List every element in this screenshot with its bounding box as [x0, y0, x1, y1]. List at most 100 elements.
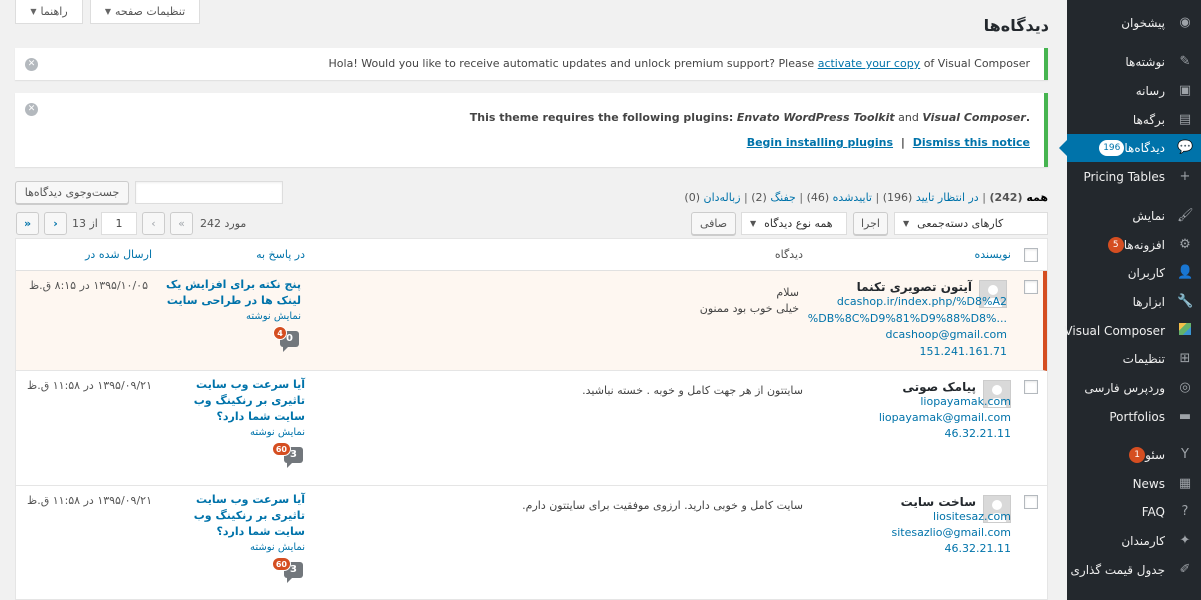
sidebar-item-12[interactable]: وردپرس فارسی ◎	[1067, 374, 1201, 402]
first-page-button[interactable]: «	[170, 212, 193, 235]
required-plugins-notice: ✕ This theme requires the following plug…	[15, 93, 1048, 167]
sidebar-item-10[interactable]: Visual Composer	[1064, 317, 1201, 345]
post-title-link[interactable]: آیا سرعت وب سایت تاثیری بر رنکینگ وب سای…	[165, 377, 305, 425]
view-post-link[interactable]: نمایش نوشته	[250, 542, 305, 553]
activate-copy-link[interactable]: activate your copy	[818, 57, 921, 70]
author-email[interactable]: dcashoop@gmail.com	[886, 328, 1007, 341]
sidebar-item-label: Visual Composer	[1064, 324, 1165, 338]
comment-text: سلام	[776, 286, 799, 299]
filter-all[interactable]: همه (242)	[989, 191, 1048, 204]
col-author[interactable]: نویسنده	[975, 248, 1011, 261]
pending-comments-badge[interactable]: 60	[271, 557, 291, 571]
table-row: ساخت سایت liositesaz.com sitesazlio@gmai…	[16, 486, 1047, 599]
sidebar-item-label: دیدگاه‌ها	[1124, 141, 1165, 155]
author-url[interactable]: liositesaz.com	[933, 510, 1011, 523]
faq-icon: ?	[1181, 504, 1189, 519]
apply-button[interactable]: اجرا	[853, 212, 888, 235]
author-url-cont[interactable]: %DB%8C%D9%81%D9%88%D8%...	[808, 312, 1007, 325]
search-comments-button[interactable]: جست‌وجوی دیدگاه‌ها	[15, 181, 129, 204]
view-post-link[interactable]: نمایش نوشته	[246, 311, 301, 322]
sidebar-item-0[interactable]: پیشخوان ◉	[1067, 9, 1201, 37]
sidebar-item-2[interactable]: رسانه ▣	[1067, 77, 1201, 105]
close-icon[interactable]: ✕	[25, 58, 38, 71]
select-all-checkbox[interactable]	[1024, 248, 1038, 262]
submitted-date[interactable]: ۱۳۹۵/۰۹/۲۱ در ۱۱:۵۸ ق.ظ	[27, 379, 152, 392]
view-post-link[interactable]: نمایش نوشته	[250, 427, 305, 438]
users-icon: 👤	[1177, 265, 1194, 280]
search-input[interactable]	[135, 181, 283, 204]
submitted-date[interactable]: ۱۳۹۵/۱۰/۰۵ در ۸:۱۵ ق.ظ	[29, 279, 148, 292]
sidebar-item-18[interactable]: جدول قیمت گذاری ✐	[1067, 556, 1201, 584]
table-header: نویسنده دیدگاه در پاسخ به ارسال شده در	[16, 239, 1047, 271]
vc-activation-notice: ✕ Hola! Would you like to receive automa…	[15, 48, 1048, 80]
theme-notice-prefix: This theme requires the following plugin…	[469, 111, 734, 124]
author-ip[interactable]: 46.32.21.11	[945, 542, 1011, 555]
sidebar-item-5[interactable]: Pricing Tables +	[1067, 163, 1201, 191]
sidebar-item-13[interactable]: Portfolios ▬	[1067, 403, 1201, 431]
settings-icon: ⊞	[1179, 351, 1191, 366]
row-checkbox[interactable]	[1024, 380, 1038, 394]
filter-pending[interactable]: در انتظار تایید (196)	[883, 191, 979, 204]
sidebar-item-label: Pricing Tables	[1083, 170, 1165, 184]
sidebar-item-label: برگه‌ها	[1132, 113, 1165, 127]
tools-icon: 🔧	[1177, 294, 1194, 309]
pending-comments-badge[interactable]: 60	[271, 442, 291, 456]
sidebar-item-4[interactable]: 196 دیدگاه‌ها 💬	[1059, 134, 1201, 162]
sidebar-item-7[interactable]: 5 افزونه‌ها ⚙	[1067, 231, 1201, 259]
news-icon: ▦	[1178, 476, 1192, 491]
pending-comments-badge[interactable]: 4	[273, 326, 287, 340]
comment-type-select[interactable]: همه نوع دیدگاه ▼	[741, 212, 847, 235]
prev-page-button[interactable]: ‹	[142, 212, 165, 235]
author-email[interactable]: sitesazlio@gmail.com	[892, 526, 1012, 539]
sidebar-item-15[interactable]: News ▦	[1067, 470, 1201, 498]
next-page-button[interactable]: ›	[44, 212, 67, 235]
row-checkbox[interactable]	[1024, 495, 1038, 509]
sidebar-item-16[interactable]: FAQ?	[1067, 498, 1201, 526]
chevron-down-icon: ▼	[104, 7, 111, 16]
bulk-actions-select[interactable]: کارهای دسته‌جمعی ▼	[894, 212, 1048, 235]
sidebar-item-14[interactable]: 1 سئو Y	[1067, 441, 1201, 469]
post-title-link[interactable]: آیا سرعت وب سایت تاثیری بر رنکینگ وب سای…	[165, 492, 305, 540]
row-checkbox[interactable]	[1024, 280, 1038, 294]
filter-spam[interactable]: جفنگ (2)	[751, 191, 796, 204]
author-url[interactable]: dcashop.ir/index.php/%D8%A2	[837, 295, 1007, 308]
screen-options-tab[interactable]: ▼ تنظیمات صفحه	[90, 0, 200, 24]
sidebar-item-label: Portfolios	[1109, 410, 1165, 424]
screen-options-label: تنظیمات صفحه	[114, 5, 186, 18]
sidebar-count-badge: 196	[1099, 140, 1125, 156]
sidebar-item-3[interactable]: برگه‌ها ▤	[1067, 106, 1201, 134]
close-icon[interactable]: ✕	[25, 103, 38, 116]
sidebar-item-9[interactable]: ابزارها 🔧	[1067, 288, 1201, 316]
filter-trash[interactable]: زباله‌دان (0)	[684, 191, 740, 204]
submitted-date[interactable]: ۱۳۹۵/۰۹/۲۱ در ۱۱:۵۸ ق.ظ	[27, 494, 152, 507]
visual-composer-icon	[1177, 323, 1193, 339]
author-ip[interactable]: 46.32.21.11	[945, 427, 1011, 440]
sidebar-item-label: تنظیمات	[1122, 352, 1165, 366]
sidebar-item-8[interactable]: کاربران 👤	[1067, 259, 1201, 287]
plugins-icon: ⚙	[1179, 237, 1191, 252]
sidebar-item-6[interactable]: نمایش 🖌	[1067, 202, 1201, 230]
sidebar-item-1[interactable]: نوشته‌ها ✎	[1067, 48, 1201, 76]
employees-icon: ✦	[1179, 533, 1191, 548]
filter-approved[interactable]: تاییدشده (46)	[807, 191, 872, 204]
last-page-button[interactable]: »	[16, 212, 39, 235]
sidebar-item-label: نوشته‌ها	[1125, 55, 1165, 69]
help-tab[interactable]: ▼ راهنما	[15, 0, 83, 24]
wp-persian-icon: ◎	[1179, 380, 1191, 395]
help-label: راهنما	[40, 5, 68, 18]
dismiss-notice-link[interactable]: Dismiss this notice	[913, 136, 1030, 149]
current-page-input[interactable]: 1	[101, 212, 137, 235]
post-title-link[interactable]: پنج نکته برای افزایش یک لینک ها در طراحی…	[161, 277, 301, 309]
author-ip[interactable]: 151.241.161.71	[920, 345, 1007, 358]
sidebar-item-17[interactable]: کارمندان ✦	[1067, 527, 1201, 555]
pin-icon: ✎	[1179, 54, 1191, 69]
col-submitted[interactable]: ارسال شده در	[85, 248, 152, 261]
sidebar-item-label: کاربران	[1127, 266, 1165, 280]
sidebar-item-11[interactable]: تنظیمات ⊞	[1067, 345, 1201, 373]
begin-installing-plugins-link[interactable]: Begin installing plugins	[747, 136, 893, 149]
filter-button[interactable]: صافی	[691, 212, 736, 235]
col-in-response[interactable]: در پاسخ به	[256, 248, 305, 261]
author-email[interactable]: liopayamak@gmail.com	[879, 411, 1011, 424]
vc-notice-text: Hola! Would you like to receive automati…	[329, 57, 1030, 70]
author-url[interactable]: liopayamak.com	[920, 395, 1011, 408]
